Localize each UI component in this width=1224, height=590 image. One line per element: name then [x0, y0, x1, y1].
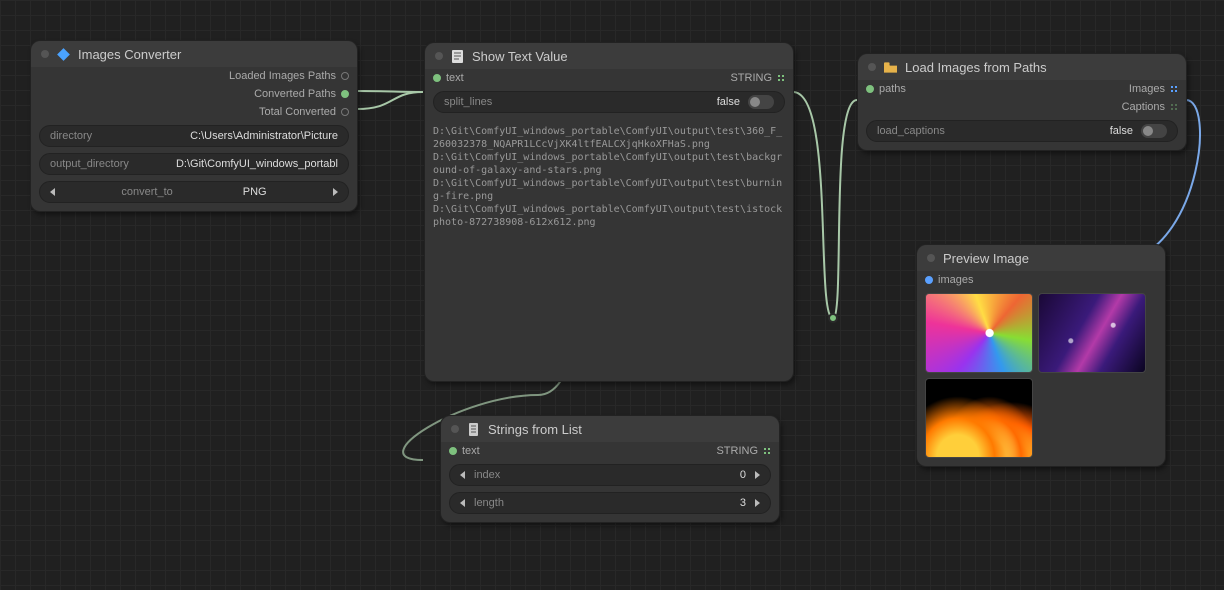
collapse-dot[interactable]: [927, 254, 935, 262]
text-output-body: D:\Git\ComfyUI_windows_portable\ComfyUI\…: [433, 125, 785, 229]
input-text: text: [462, 445, 480, 457]
arrow-right-icon[interactable]: [333, 188, 338, 196]
output-images: Images: [1129, 83, 1165, 95]
preview-thumbnail[interactable]: [1038, 293, 1146, 373]
output-total-converted: Total Converted: [259, 106, 336, 118]
field-label: index: [474, 469, 500, 481]
input-pin-images[interactable]: [925, 276, 933, 284]
node-title: Load Images from Paths: [905, 60, 1047, 75]
field-value: false: [717, 96, 740, 108]
node-preview-image[interactable]: Preview Image images: [916, 244, 1166, 467]
field-value: C:\Users\Administrator\Picture: [190, 130, 338, 142]
output-pin[interactable]: [341, 72, 349, 80]
field-value: false: [1110, 125, 1133, 137]
directory-field[interactable]: directory C:\Users\Administrator\Picture: [39, 125, 349, 147]
arrow-right-icon[interactable]: [755, 499, 760, 507]
output-loaded-paths: Loaded Images Paths: [229, 70, 336, 82]
input-pin-text[interactable]: [433, 74, 441, 82]
field-label: load_captions: [877, 125, 945, 137]
field-value: 3: [740, 497, 746, 509]
node-title-bar[interactable]: Images Converter: [31, 41, 357, 67]
field-value: PNG: [243, 186, 267, 198]
arrow-left-icon[interactable]: [50, 188, 55, 196]
node-title-bar[interactable]: Show Text Value: [425, 43, 793, 69]
index-stepper[interactable]: index 0: [449, 464, 771, 486]
output-pin-string[interactable]: [763, 447, 771, 455]
preview-thumbnail[interactable]: [925, 378, 1033, 458]
field-value: D:\Git\ComfyUI_windows_portabl: [176, 158, 338, 170]
node-title: Strings from List: [488, 422, 582, 437]
folder-icon: [884, 61, 897, 74]
field-value: 0: [740, 469, 746, 481]
arrow-left-icon[interactable]: [460, 471, 465, 479]
output-pin-string[interactable]: [777, 74, 785, 82]
arrow-left-icon[interactable]: [460, 499, 465, 507]
input-images: images: [938, 274, 973, 286]
input-pin-paths[interactable]: [866, 85, 874, 93]
toggle-switch[interactable]: [748, 95, 774, 109]
collapse-dot[interactable]: [451, 425, 459, 433]
node-title-bar[interactable]: Preview Image: [917, 245, 1165, 271]
field-label: length: [474, 497, 504, 509]
collapse-dot[interactable]: [868, 63, 876, 71]
output-directory-field[interactable]: output_directory D:\Git\ComfyUI_windows_…: [39, 153, 349, 175]
node-title-bar[interactable]: Load Images from Paths: [858, 54, 1186, 80]
field-label: output_directory: [50, 158, 129, 170]
arrow-right-icon[interactable]: [755, 471, 760, 479]
preview-thumbnail[interactable]: [925, 293, 1033, 373]
output-type: STRING: [730, 72, 772, 84]
field-label: directory: [50, 130, 92, 142]
output-pin-captions[interactable]: [1170, 103, 1178, 111]
input-paths: paths: [879, 83, 906, 95]
collapse-dot[interactable]: [41, 50, 49, 58]
preview-grid: [917, 289, 1165, 466]
load-captions-toggle[interactable]: load_captions false: [866, 120, 1178, 142]
node-images-converter[interactable]: Images Converter Loaded Images Paths Con…: [30, 40, 358, 212]
node-title: Show Text Value: [472, 49, 568, 64]
toggle-switch[interactable]: [1141, 124, 1167, 138]
split-lines-toggle[interactable]: split_lines false: [433, 91, 785, 113]
field-label: convert_to: [121, 186, 172, 198]
list-icon: [467, 423, 480, 436]
node-title-bar[interactable]: Strings from List: [441, 416, 779, 442]
node-show-text-value[interactable]: Show Text Value text STRING split_lines …: [424, 42, 794, 382]
node-title: Preview Image: [943, 251, 1029, 266]
field-label: split_lines: [444, 96, 492, 108]
collapse-dot[interactable]: [435, 52, 443, 60]
output-type: STRING: [716, 445, 758, 457]
output-pin[interactable]: [341, 90, 349, 98]
document-icon: [451, 50, 464, 63]
input-text: text: [446, 72, 464, 84]
output-pin-images[interactable]: [1170, 85, 1178, 93]
link-junction: [828, 313, 838, 323]
input-pin-text[interactable]: [449, 447, 457, 455]
node-load-images-from-paths[interactable]: Load Images from Paths paths Images Capt…: [857, 53, 1187, 151]
output-pin[interactable]: [341, 108, 349, 116]
convert-to-selector[interactable]: convert_to PNG: [39, 181, 349, 203]
node-title: Images Converter: [78, 47, 181, 62]
node-strings-from-list[interactable]: Strings from List text STRING index 0 le…: [440, 415, 780, 523]
diamond-icon: [57, 48, 70, 61]
output-converted-paths: Converted Paths: [254, 88, 336, 100]
length-stepper[interactable]: length 3: [449, 492, 771, 514]
output-captions: Captions: [1122, 101, 1165, 113]
